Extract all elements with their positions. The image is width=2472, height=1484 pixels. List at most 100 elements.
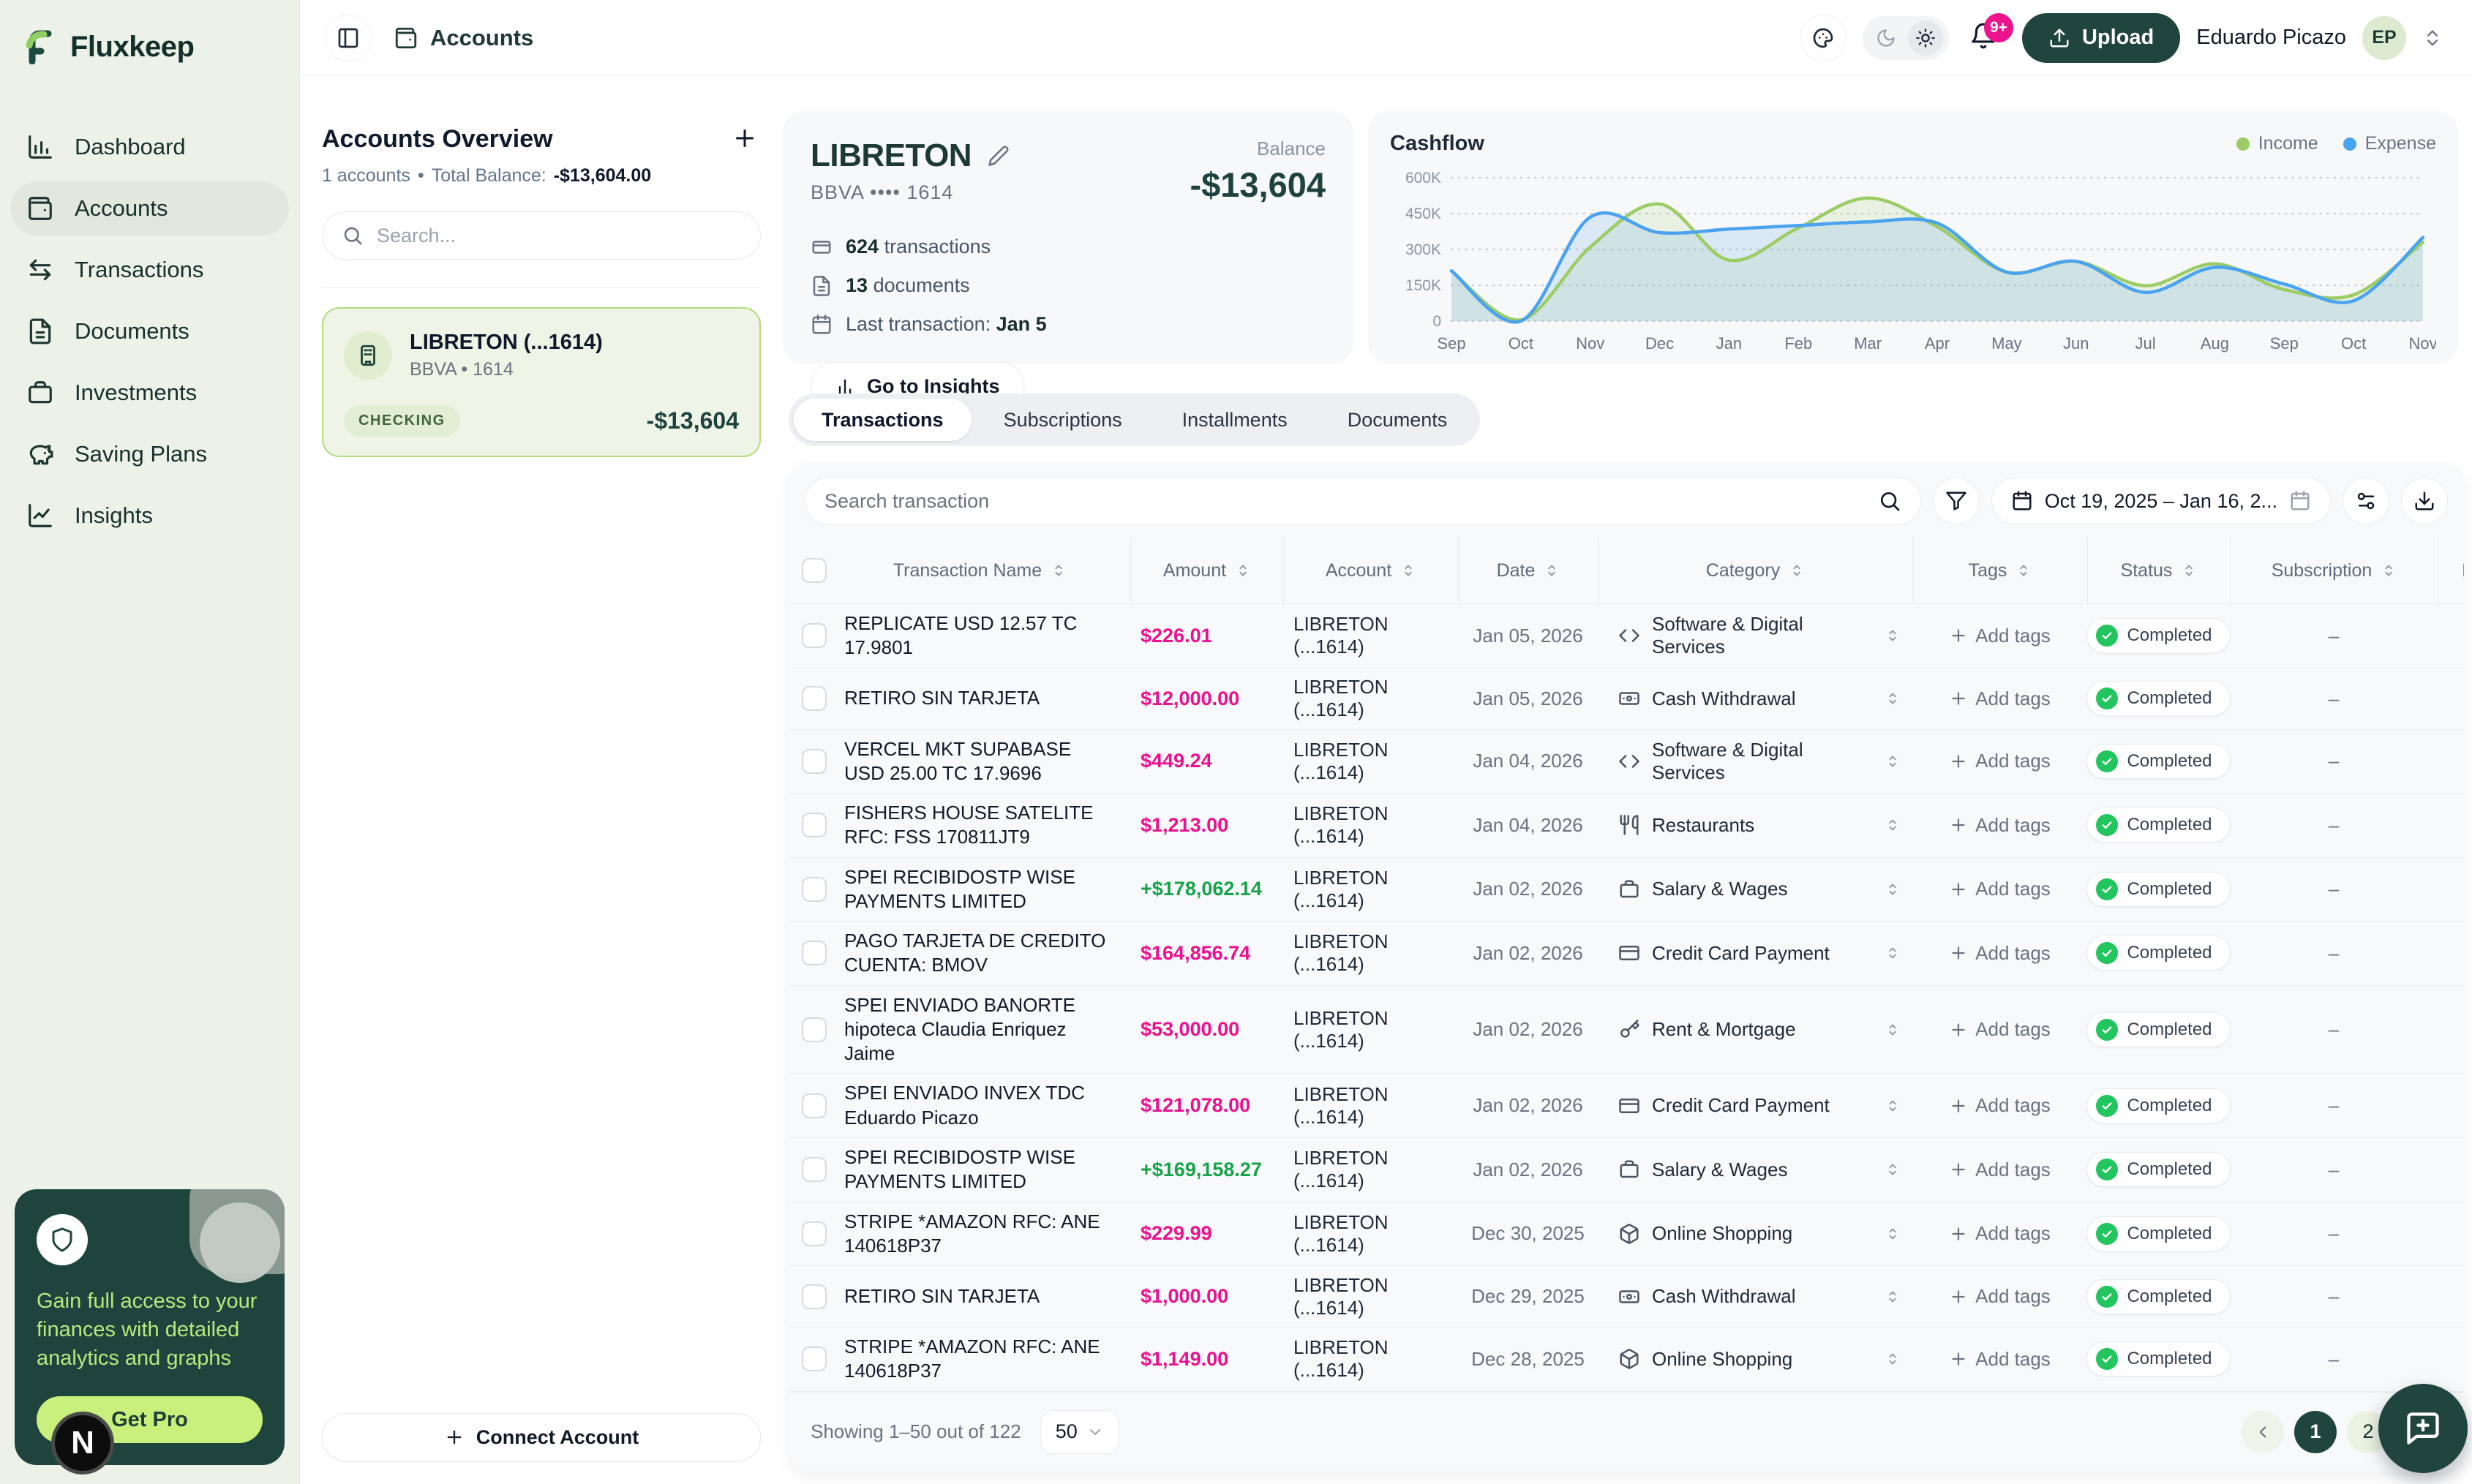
column-header-status[interactable]: Status	[2087, 537, 2230, 604]
cell-add-tags[interactable]: Add tags	[1912, 1222, 2087, 1245]
category-change-icon[interactable]	[1885, 753, 1901, 769]
transaction-search-input[interactable]	[824, 489, 1866, 513]
cell-category[interactable]: Restaurants	[1598, 814, 1912, 837]
select-all-checkbox[interactable]	[802, 558, 827, 583]
row-checkbox[interactable]	[802, 1017, 827, 1042]
account-card-libreton[interactable]: LIBRETON (...1614) BBVA • 1614 CHECKING …	[322, 307, 761, 457]
category-change-icon[interactable]	[1885, 881, 1901, 897]
sidebar-item-dashboard[interactable]: Dashboard	[10, 120, 289, 174]
sort-icon[interactable]	[1789, 562, 1805, 579]
sort-icon[interactable]	[2181, 562, 2197, 579]
tab-installments[interactable]: Installments	[1154, 399, 1315, 441]
light-mode-button[interactable]	[1907, 20, 1943, 56]
accounts-search-input[interactable]	[377, 224, 741, 247]
category-change-icon[interactable]	[1885, 1226, 1901, 1242]
table-row[interactable]: RETIRO SIN TARJETA $1,000.00 LIBRETON (.…	[789, 1266, 2464, 1328]
row-checkbox[interactable]	[802, 686, 827, 712]
date-range-picker[interactable]: Oct 19, 2025 – Jan 16, 2...	[1991, 478, 2331, 524]
cell-category[interactable]: Cash Withdrawal	[1598, 1285, 1912, 1308]
category-change-icon[interactable]	[1885, 690, 1901, 707]
row-checkbox[interactable]	[802, 748, 827, 774]
sidebar-item-documents[interactable]: Documents	[10, 304, 289, 358]
column-header-account[interactable]: Account	[1283, 537, 1458, 604]
theme-palette-button[interactable]	[1799, 14, 1847, 61]
dark-mode-button[interactable]	[1868, 20, 1904, 56]
cell-add-tags[interactable]: Add tags	[1912, 625, 2087, 647]
cell-add-tags[interactable]: Add tags	[1912, 688, 2087, 710]
column-header-installment[interactable]: Installment	[2438, 537, 2464, 604]
column-header-category[interactable]: Category	[1598, 537, 1912, 604]
cell-add-tags[interactable]: Add tags	[1912, 750, 2087, 772]
cell-category[interactable]: Rent & Mortgage	[1598, 1018, 1912, 1041]
nextjs-dev-badge[interactable]: N	[51, 1412, 114, 1474]
tab-transactions[interactable]: Transactions	[794, 399, 972, 441]
row-checkbox[interactable]	[802, 813, 827, 838]
category-change-icon[interactable]	[1885, 1351, 1901, 1367]
sort-icon[interactable]	[2381, 562, 2397, 579]
cell-add-tags[interactable]: Add tags	[1912, 1348, 2087, 1371]
table-row[interactable]: VERCEL MKT SUPABASE USD 25.00 TC 17.9696…	[789, 730, 2464, 794]
column-header-subscription[interactable]: Subscription	[2230, 537, 2438, 604]
sort-icon[interactable]	[1051, 562, 1067, 579]
sidebar-item-saving-plans[interactable]: Saving Plans	[10, 427, 289, 481]
category-change-icon[interactable]	[1885, 1098, 1901, 1114]
page-button-1[interactable]: 1	[2294, 1410, 2337, 1453]
sidebar-toggle-button[interactable]	[325, 14, 372, 61]
cell-category[interactable]: Online Shopping	[1598, 1348, 1912, 1371]
upload-button[interactable]: Upload	[2021, 12, 2181, 63]
category-change-icon[interactable]	[1885, 1161, 1901, 1178]
row-checkbox[interactable]	[802, 1157, 827, 1183]
notifications-button[interactable]: 9+	[1969, 12, 2013, 54]
column-header-tags[interactable]: Tags	[1912, 537, 2087, 604]
feedback-chat-button[interactable]	[2378, 1384, 2468, 1473]
row-checkbox[interactable]	[802, 1093, 827, 1118]
sort-icon[interactable]	[1235, 562, 1251, 579]
table-row[interactable]: SPEI RECIBIDOSTP WISE PAYMENTS LIMITED +…	[789, 858, 2464, 922]
sort-icon[interactable]	[1544, 562, 1560, 579]
sidebar-item-investments[interactable]: Investments	[10, 366, 289, 420]
search-icon[interactable]	[1878, 489, 1901, 513]
row-checkbox[interactable]	[802, 941, 827, 966]
edit-account-icon[interactable]	[988, 145, 1010, 167]
category-change-icon[interactable]	[1885, 817, 1901, 833]
cell-category[interactable]: Salary & Wages	[1598, 878, 1912, 900]
cell-add-tags[interactable]: Add tags	[1912, 878, 2087, 900]
filter-button[interactable]	[1932, 478, 1980, 524]
cell-add-tags[interactable]: Add tags	[1912, 1159, 2087, 1181]
table-row[interactable]: STRIPE *AMAZON RFC: ANE 140618P37 $229.9…	[789, 1202, 2464, 1267]
sidebar-item-transactions[interactable]: Transactions	[10, 243, 289, 297]
table-row[interactable]: REPLICATE USD 12.57 TC 17.9801 $226.01 L…	[789, 604, 2464, 668]
prev-page-button[interactable]	[2242, 1410, 2284, 1453]
cell-category[interactable]: Salary & Wages	[1598, 1159, 1912, 1181]
cell-add-tags[interactable]: Add tags	[1912, 1018, 2087, 1041]
cell-category[interactable]: Software & Digital Services	[1598, 739, 1912, 784]
table-row[interactable]: STRIPE *AMAZON RFC: ANE 140618P37 $1,149…	[789, 1327, 2464, 1392]
connect-account-button[interactable]: Connect Account	[322, 1413, 761, 1461]
column-header-amount[interactable]: Amount	[1130, 537, 1283, 604]
table-row[interactable]: PAGO TARJETA DE CREDITO CUENTA: BMOV $16…	[789, 922, 2464, 986]
sort-icon[interactable]	[1400, 562, 1416, 579]
column-settings-button[interactable]	[2343, 478, 2389, 524]
table-row[interactable]: RETIRO SIN TARJETA $12,000.00 LIBRETON (…	[789, 668, 2464, 730]
cell-add-tags[interactable]: Add tags	[1912, 1285, 2087, 1308]
row-checkbox[interactable]	[802, 1221, 827, 1246]
sidebar-item-insights[interactable]: Insights	[10, 489, 289, 543]
add-account-button[interactable]	[729, 123, 761, 155]
table-row[interactable]: SPEI RECIBIDOSTP WISE PAYMENTS LIMITED +…	[789, 1138, 2464, 1202]
cell-category[interactable]: Software & Digital Services	[1598, 613, 1912, 658]
tab-subscriptions[interactable]: Subscriptions	[976, 399, 1150, 441]
chevrons-up-down-icon[interactable]	[2422, 28, 2443, 48]
cell-add-tags[interactable]: Add tags	[1912, 942, 2087, 965]
row-checkbox[interactable]	[802, 623, 827, 649]
category-change-icon[interactable]	[1885, 945, 1901, 961]
column-header-transaction-name[interactable]: Transaction Name	[830, 537, 1130, 604]
row-checkbox[interactable]	[802, 1284, 827, 1309]
cell-category[interactable]: Online Shopping	[1598, 1222, 1912, 1245]
download-button[interactable]	[2401, 478, 2448, 524]
sort-icon[interactable]	[2015, 562, 2032, 579]
category-change-icon[interactable]	[1885, 1289, 1901, 1305]
page-size-select[interactable]: 50	[1040, 1409, 1119, 1454]
cell-category[interactable]: Cash Withdrawal	[1598, 688, 1912, 710]
cell-category[interactable]: Credit Card Payment	[1598, 942, 1912, 965]
table-row[interactable]: SPEI ENVIADO BANORTE hipoteca Claudia En…	[789, 986, 2464, 1074]
